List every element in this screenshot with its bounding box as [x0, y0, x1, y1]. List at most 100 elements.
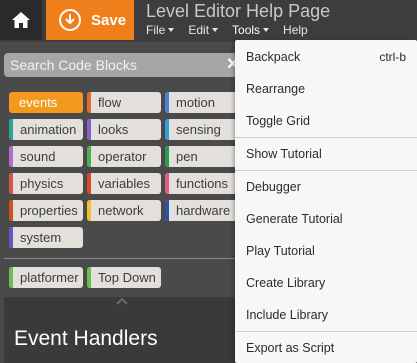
menu-file-label: File — [146, 23, 166, 37]
home-icon — [12, 12, 30, 28]
category-swatch — [165, 146, 169, 167]
menu-item-rearrange[interactable]: Rearrange — [235, 75, 417, 103]
category-label: functions — [176, 176, 229, 191]
menu-file[interactable]: File — [146, 23, 175, 37]
library-swatch — [87, 267, 91, 288]
category-label: events — [19, 95, 58, 110]
menu-item-debugger[interactable]: Debugger — [235, 173, 417, 201]
category-swatch — [87, 146, 91, 167]
home-button[interactable] — [0, 0, 42, 40]
menu-help[interactable]: Help — [283, 23, 308, 37]
menu-item-label: Include Library — [246, 308, 328, 322]
category-swatch — [87, 200, 91, 221]
menu-edit-label: Edit — [188, 23, 210, 37]
save-button[interactable]: Save — [46, 0, 134, 40]
category-swatch — [9, 119, 13, 140]
category-label: sound — [20, 149, 56, 164]
menu-item-show-tutorial[interactable]: Show Tutorial — [235, 140, 417, 168]
chevron-up-icon[interactable] — [116, 296, 128, 306]
category-label: properties — [20, 203, 78, 218]
menu-divider — [235, 170, 417, 171]
category-swatch — [165, 200, 169, 221]
menu-item-label: Export as Script — [246, 341, 335, 355]
menu-divider — [235, 331, 417, 332]
menu-item-label: Backpack — [246, 50, 301, 64]
category-label: looks — [98, 122, 129, 137]
category-functions[interactable]: functions — [165, 173, 239, 194]
menu-bar: File Edit Tools Help — [146, 23, 322, 37]
menu-item-export-as-script[interactable]: Export as Script — [235, 334, 417, 362]
menu-item-generate-tutorial[interactable]: Generate Tutorial — [235, 205, 417, 233]
category-flow[interactable]: flow — [87, 92, 161, 113]
category-hardware[interactable]: hardware — [165, 200, 239, 221]
menu-item-play-tutorial[interactable]: Play Tutorial — [235, 237, 417, 265]
category-animation[interactable]: animation — [9, 119, 83, 140]
download-circle-icon — [59, 9, 81, 31]
menu-divider — [235, 137, 417, 138]
save-label: Save — [91, 11, 127, 29]
category-label: motion — [176, 95, 216, 110]
category-label: operator — [98, 149, 147, 164]
category-swatch — [87, 173, 91, 194]
category-swatch — [9, 227, 13, 248]
menu-item-label: Toggle Grid — [246, 114, 310, 128]
category-network[interactable]: network — [87, 200, 161, 221]
menu-item-include-library[interactable]: Include Library — [235, 301, 417, 329]
menu-item-toggle-grid[interactable]: Toggle Grid — [235, 107, 417, 135]
menu-item-label: Rearrange — [246, 82, 306, 96]
category-label: pen — [176, 149, 198, 164]
menu-tools[interactable]: Tools — [232, 23, 270, 37]
category-label: animation — [20, 122, 77, 137]
search-bar: ✕ — [4, 53, 250, 77]
menu-item-label: Play Tutorial — [246, 244, 315, 258]
shortcut-label: ctrl-b — [379, 50, 406, 64]
library-platformer[interactable]: platformer — [9, 267, 83, 288]
category-variables[interactable]: variables — [87, 173, 161, 194]
category-sensing[interactable]: sensing — [165, 119, 239, 140]
category-swatch — [9, 146, 13, 167]
category-label: variables — [98, 176, 151, 191]
category-swatch — [87, 92, 91, 113]
caret-down-icon — [212, 28, 219, 32]
category-looks[interactable]: looks — [87, 119, 161, 140]
category-operator[interactable]: operator — [87, 146, 161, 167]
menu-edit[interactable]: Edit — [188, 23, 219, 37]
category-swatch — [87, 119, 91, 140]
panel-title: Event Handlers — [14, 327, 158, 350]
category-label: flow — [98, 95, 122, 110]
top-bar: Save Level Editor Help Page File Edit To… — [0, 0, 417, 42]
category-swatch — [9, 173, 13, 194]
category-swatch — [9, 200, 13, 221]
library-label: Top Down — [98, 270, 156, 285]
menu-item-label: Generate Tutorial — [246, 212, 343, 226]
category-divider — [4, 258, 250, 259]
menu-item-backpack[interactable]: Backpack ctrl-b — [235, 43, 417, 71]
category-sound[interactable]: sound — [9, 146, 83, 167]
category-pen[interactable]: pen — [165, 146, 239, 167]
search-input[interactable] — [10, 56, 220, 74]
category-label: sensing — [176, 122, 221, 137]
category-system[interactable]: system — [9, 227, 83, 248]
category-swatch — [165, 119, 169, 140]
menu-item-label: Debugger — [246, 180, 301, 194]
caret-down-icon — [168, 28, 175, 32]
category-label: network — [98, 203, 144, 218]
category-events[interactable]: events — [9, 92, 83, 113]
category-physics[interactable]: physics — [9, 173, 83, 194]
tools-dropdown-menu: Backpack ctrl-b Rearrange Toggle Grid Sho… — [235, 40, 417, 363]
menu-item-label: Create Library — [246, 276, 326, 290]
category-swatch — [165, 92, 169, 113]
menu-item-create-library[interactable]: Create Library — [235, 269, 417, 297]
category-label: hardware — [176, 203, 231, 218]
category-swatch — [165, 173, 169, 194]
library-label: platformer — [20, 270, 79, 285]
category-label: system — [20, 230, 62, 245]
page-title: Level Editor Help Page — [146, 1, 331, 21]
category-properties[interactable]: properties — [9, 200, 83, 221]
menu-help-label: Help — [283, 23, 308, 37]
caret-down-icon — [263, 28, 270, 32]
category-motion[interactable]: motion — [165, 92, 239, 113]
library-swatch — [9, 267, 13, 288]
menu-item-label: Show Tutorial — [246, 147, 322, 161]
library-top-down[interactable]: Top Down — [87, 267, 161, 288]
